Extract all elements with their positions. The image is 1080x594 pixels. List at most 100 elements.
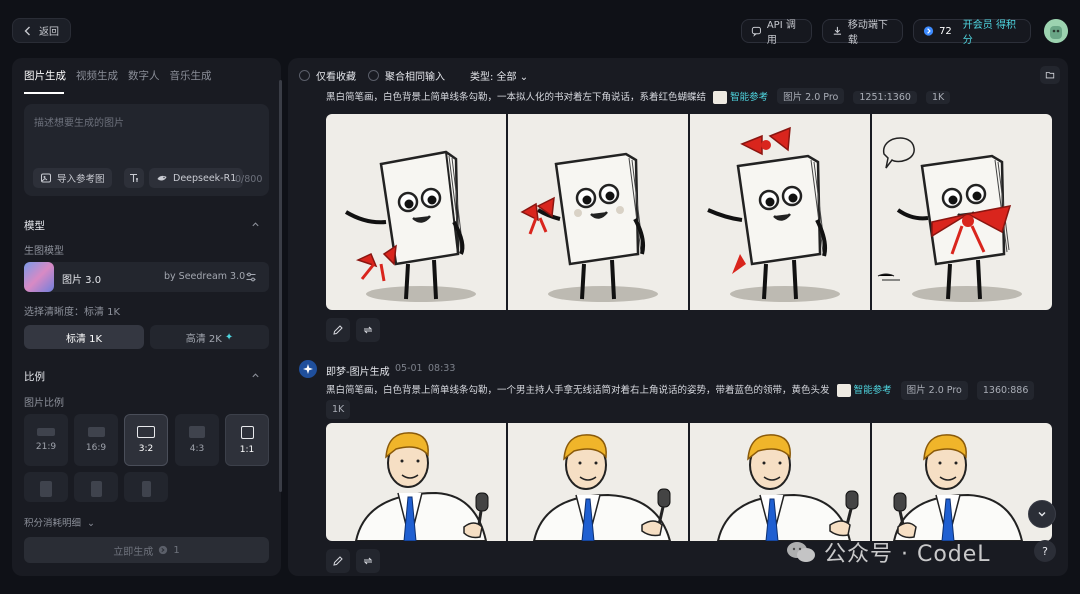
left-scrollbar[interactable] xyxy=(279,80,282,492)
host-character-image xyxy=(892,434,1024,541)
generation-tabs: 图片生成 视频生成 数字人 音乐生成 xyxy=(24,68,212,83)
merge-filter[interactable]: 聚合相同输入 xyxy=(368,68,445,83)
group2-date: 05-01 xyxy=(395,363,423,374)
generated-image[interactable] xyxy=(508,114,688,310)
ratio-16-9[interactable]: 16:9 xyxy=(74,414,118,466)
group2-prompt: 黑白简笔画，白色背景上简单线条勾勒，一个男主持人手拿无线话筒对着右上角说话的姿势… xyxy=(326,385,830,396)
ratio-1-1[interactable]: 1:1 xyxy=(225,414,269,466)
clarity-1k-label: 标清 1K xyxy=(65,333,103,345)
whale-icon xyxy=(157,175,167,181)
favorites-filter[interactable]: 仅看收藏 xyxy=(299,68,356,83)
group2-prompt-line: 黑白简笔画，白色背景上简单线条勾勒，一个男主持人手拿无线话筒对着右上角说话的姿势… xyxy=(326,381,1046,419)
type-filter-label: 类型: 全部 xyxy=(470,72,517,83)
avatar-icon xyxy=(1044,19,1068,43)
coin-icon xyxy=(159,545,168,555)
type-filter-dropdown[interactable]: 类型: 全部 ⌄ xyxy=(470,68,528,83)
generated-image[interactable] xyxy=(326,114,506,310)
regenerate-button[interactable] xyxy=(356,549,380,573)
prompt-input[interactable]: 描述想要生成的图片 导入参考图 Deepseek-R1 0/800 xyxy=(24,104,269,196)
chevron-up-icon[interactable] xyxy=(251,371,260,380)
model-selector[interactable]: 图片 3.0 by Seedream 3.0 xyxy=(24,262,269,292)
group2-model-tag: 图片 2.0 Pro xyxy=(900,381,968,400)
pencil-icon xyxy=(333,325,343,335)
deepseek-toggle[interactable]: Deepseek-R1 xyxy=(149,168,244,188)
group2-smart-ref[interactable]: 智能参考 xyxy=(854,385,892,396)
group1-res-tag: 1K xyxy=(925,91,951,104)
regenerate-button[interactable] xyxy=(356,318,380,342)
model-by: by Seedream 3.0 xyxy=(164,271,246,282)
help-icon: ? xyxy=(1042,544,1048,558)
avatar[interactable] xyxy=(1044,19,1068,43)
favorites-checkbox[interactable] xyxy=(299,70,310,81)
vip-points-button[interactable]: 72 开会员 得积分 xyxy=(913,19,1031,46)
tab-digital-human[interactable]: 数字人 xyxy=(128,68,160,83)
help-button[interactable]: ? xyxy=(1034,540,1056,562)
generated-image[interactable] xyxy=(690,423,870,541)
folder-button[interactable] xyxy=(1040,66,1060,84)
edit-button[interactable] xyxy=(326,318,350,342)
chat-icon xyxy=(751,26,761,37)
chevron-down-icon: ⌄ xyxy=(87,518,96,529)
model-name: 图片 3.0 xyxy=(62,275,102,286)
watermark-text: 公众号 · CodeL xyxy=(824,542,991,567)
ratio-portrait-c[interactable] xyxy=(124,472,168,502)
gen-model-label: 生图模型 xyxy=(24,246,64,257)
cost-detail-toggle[interactable]: 积分消耗明细 ⌄ xyxy=(24,515,95,529)
generated-image[interactable] xyxy=(326,423,506,541)
scroll-down-button[interactable] xyxy=(1028,500,1056,528)
ratio-label: 1:1 xyxy=(239,444,255,455)
ratio-section-title: 比例 xyxy=(24,371,45,383)
model-thumbnail xyxy=(24,262,54,292)
host-character-image xyxy=(354,432,489,541)
vip-label: 开会员 得积分 xyxy=(962,20,1016,46)
download-label: 移动端下载 xyxy=(847,20,888,46)
jimeng-logo-icon xyxy=(299,360,317,378)
book-character-image xyxy=(344,150,476,302)
generated-image[interactable] xyxy=(508,423,688,541)
ratio-21-9[interactable]: 21:9 xyxy=(24,414,68,466)
edit-button[interactable] xyxy=(326,549,350,573)
tab-video-generation[interactable]: 视频生成 xyxy=(76,68,118,83)
favorites-label: 仅看收藏 xyxy=(316,72,356,83)
ratio-shape-icon xyxy=(141,481,151,497)
ratio-shape-icon xyxy=(40,481,52,497)
generate-label: 立即生成 xyxy=(113,546,154,558)
book-character-image xyxy=(520,152,658,302)
ratio-shape-icon xyxy=(37,428,55,436)
settings-sliders-icon[interactable] xyxy=(245,271,257,283)
generate-button[interactable]: 立即生成 1 xyxy=(24,537,269,563)
api-button[interactable]: API 调用 xyxy=(741,19,812,46)
clarity-2k-label: 高清 2K xyxy=(185,333,222,345)
clarity-2k-button[interactable]: 高清 2K ✦ xyxy=(150,325,269,349)
back-button[interactable]: 返回 xyxy=(12,18,71,43)
prompt-placeholder: 描述想要生成的图片 xyxy=(34,118,124,129)
group2-time: 08:33 xyxy=(428,363,456,374)
book-character-image xyxy=(877,137,1022,302)
ratio-3-2[interactable]: 3:2 xyxy=(124,414,168,466)
generated-image[interactable] xyxy=(872,423,1052,541)
text-format-button[interactable] xyxy=(124,168,144,188)
ratio-portrait-a[interactable] xyxy=(24,472,68,502)
merge-label: 聚合相同输入 xyxy=(385,72,445,83)
char-count: 0/800 xyxy=(235,174,263,185)
clarity-1k-button[interactable]: 标清 1K xyxy=(24,325,144,349)
ratio-shape-icon xyxy=(189,426,205,438)
merge-checkbox[interactable] xyxy=(368,70,379,81)
host-character-image xyxy=(532,434,672,541)
generated-image[interactable] xyxy=(690,114,870,310)
group1-prompt: 黑白简笔画，白色背景上简单线条勾勒，一本拟人化的书对着左下角说话，系着红色蝴蝶结 xyxy=(326,92,707,103)
smart-ref-thumb xyxy=(836,384,851,397)
group1-smart-ref[interactable]: 智能参考 xyxy=(730,92,768,103)
tab-music-generation[interactable]: 音乐生成 xyxy=(170,68,212,83)
import-ref-label: 导入参考图 xyxy=(57,174,105,185)
chevron-up-icon[interactable] xyxy=(251,220,260,229)
generated-image[interactable] xyxy=(872,114,1052,310)
ratio-portrait-b[interactable] xyxy=(74,472,118,502)
ratio-shape-icon xyxy=(240,425,254,439)
import-reference-button[interactable]: 导入参考图 xyxy=(33,168,112,188)
ratio-4-3[interactable]: 4:3 xyxy=(175,414,219,466)
ratio-shape-icon xyxy=(87,427,105,437)
model-section-title: 模型 xyxy=(24,220,45,232)
tab-image-generation[interactable]: 图片生成 xyxy=(24,68,66,83)
mobile-download-button[interactable]: 移动端下载 xyxy=(822,19,903,46)
